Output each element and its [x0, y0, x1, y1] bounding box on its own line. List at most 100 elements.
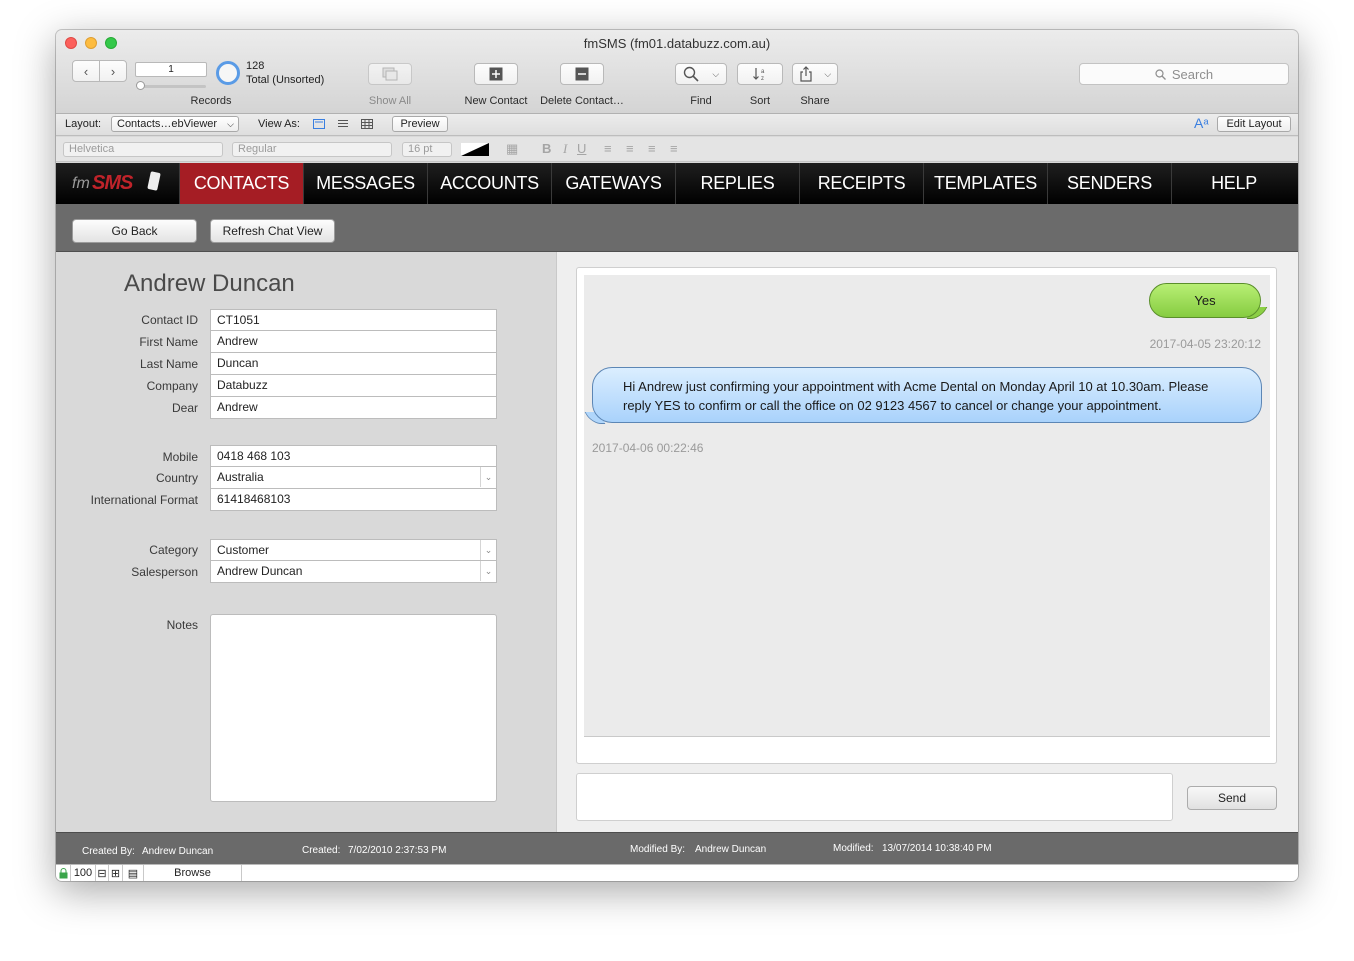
justify-icon[interactable]: ≡ [670, 141, 678, 156]
share-icon [800, 66, 812, 82]
underline-icon[interactable]: U [577, 141, 586, 156]
outgoing-message-bubble: Hi Andrew just confirming your appointme… [592, 367, 1262, 423]
chevron-down-icon[interactable]: ⌄ [480, 540, 496, 560]
align-center-icon[interactable]: ≡ [626, 141, 634, 156]
sort-button[interactable]: az [737, 63, 783, 85]
chat-thread: Yes 2017-04-05 23:20:12 Hi Andrew just c… [584, 275, 1270, 737]
modified-value: 13/07/2014 10:38:40 PM [882, 843, 992, 854]
bold-icon[interactable]: B [542, 141, 551, 156]
record-count: 128 [246, 60, 265, 72]
refresh-chat-view-button[interactable]: Refresh Chat View [210, 219, 335, 243]
layout-label: Layout: [65, 118, 102, 130]
show-all-label: Show All [368, 95, 412, 107]
nav-help[interactable]: HELP [1172, 163, 1296, 204]
nav-messages[interactable]: MESSAGES [304, 163, 428, 204]
share-button[interactable]: ⌵ [792, 63, 838, 85]
company-label: Company [146, 379, 198, 393]
list-view-icon[interactable] [337, 119, 349, 129]
mobile-field[interactable]: 0418 468 103 [210, 445, 497, 467]
size-popup[interactable]: 16 pt [402, 142, 452, 157]
previous-record-button[interactable]: ‹ [72, 60, 100, 82]
show-all-button[interactable] [368, 63, 412, 85]
chat-panel: Yes 2017-04-05 23:20:12 Hi Andrew just c… [556, 252, 1298, 832]
nav-accounts[interactable]: ACCOUNTS [428, 163, 552, 204]
italic-icon[interactable]: I [563, 141, 567, 157]
country-dropdown[interactable]: Australia ⌄ [210, 467, 497, 489]
delete-record-button[interactable] [560, 63, 604, 85]
current-record-input[interactable]: 1 [135, 62, 207, 77]
logo-sms-text: SMS [92, 172, 133, 194]
last-name-label: Last Name [139, 357, 198, 371]
style-popup[interactable]: Regular [232, 142, 392, 157]
form-view-icon[interactable] [313, 119, 325, 129]
reply-message-input[interactable] [576, 773, 1173, 821]
international-format-field[interactable]: 61418468103 [210, 489, 497, 511]
chat-web-viewer[interactable]: Yes 2017-04-05 23:20:12 Hi Andrew just c… [576, 267, 1277, 764]
next-record-button[interactable]: › [99, 60, 127, 82]
edit-layout-button[interactable]: Edit Layout [1217, 116, 1291, 132]
text-format-icon[interactable]: Aᵃ [1194, 115, 1209, 131]
new-record-button[interactable] [474, 63, 518, 85]
style-value: Regular [238, 143, 277, 155]
nav-templates[interactable]: TEMPLATES [924, 163, 1048, 204]
quick-find-search[interactable]: Search [1079, 63, 1289, 85]
found-set-pie-icon[interactable] [216, 61, 240, 85]
chevron-down-icon[interactable]: ⌄ [480, 561, 496, 581]
zoom-level[interactable]: 100 [71, 865, 96, 881]
dear-label: Dear [171, 401, 198, 415]
created-by-value: Andrew Duncan [142, 846, 214, 857]
mode-popup[interactable]: Browse [144, 865, 242, 881]
window-title: fmSMS (fm01.databuzz.com.au) [583, 36, 771, 51]
go-back-button[interactable]: Go Back [72, 219, 197, 243]
align-left-icon[interactable]: ≡ [604, 141, 612, 156]
incoming-message-bubble: Yes [1149, 283, 1261, 318]
toolbar-toggle-icon[interactable]: ▤ [123, 865, 144, 881]
record-slider-track[interactable] [138, 85, 206, 88]
company-field[interactable]: Databuzz [210, 375, 497, 397]
sort-label: Sort [749, 95, 771, 107]
salesperson-dropdown[interactable]: Andrew Duncan ⌄ [210, 561, 497, 583]
first-name-field[interactable]: Andrew [210, 331, 497, 353]
delete-contact-label: Delete Contact… [540, 95, 624, 107]
record-info-footer: Created By: Andrew Duncan Created: 7/02/… [56, 832, 1298, 864]
status-bar: 100 ⊟ ⊞ ▤ Browse [56, 864, 1298, 881]
action-bar: Go Back Refresh Chat View [56, 204, 1298, 252]
zoom-out-icon[interactable]: ⊟ [96, 865, 109, 881]
chevron-right-icon: › [110, 63, 116, 79]
salesperson-label: Salesperson [131, 565, 198, 579]
nav-replies[interactable]: REPLIES [676, 163, 800, 204]
search-icon [1155, 68, 1166, 80]
lock-icon[interactable] [56, 865, 71, 881]
size-value: 16 pt [408, 143, 433, 155]
text-highlight-icon[interactable]: ▦ [506, 141, 518, 157]
record-status: Total (Unsorted) [246, 74, 325, 86]
chevron-down-icon[interactable]: ⌄ [480, 467, 496, 487]
preview-button[interactable]: Preview [392, 116, 448, 132]
records-label: Records [190, 95, 232, 107]
fmsms-logo: fm SMS [56, 163, 180, 204]
table-view-icon[interactable] [361, 119, 373, 129]
find-button[interactable]: ⌵ [675, 63, 727, 85]
nav-gateways[interactable]: GATEWAYS [552, 163, 676, 204]
last-name-field[interactable]: Duncan [210, 353, 497, 375]
align-right-icon[interactable]: ≡ [648, 141, 656, 156]
record-slider-knob[interactable] [136, 81, 145, 90]
nav-receipts[interactable]: RECEIPTS [800, 163, 924, 204]
category-label: Category [149, 543, 198, 557]
contact-id-field[interactable]: CT1051 [210, 309, 497, 331]
send-button[interactable]: Send [1187, 786, 1277, 810]
notes-field[interactable] [210, 614, 497, 802]
svg-text:z: z [761, 76, 764, 82]
category-dropdown[interactable]: Customer ⌄ [210, 539, 497, 561]
dear-field[interactable]: Andrew [210, 397, 497, 419]
font-popup[interactable]: Helvetica [63, 142, 223, 157]
nav-contacts[interactable]: CONTACTS [180, 163, 304, 204]
nav-senders[interactable]: SENDERS [1048, 163, 1172, 204]
layout-popup[interactable]: Contacts…ebViewer ⌵ [111, 116, 239, 132]
modified-by-value: Andrew Duncan [695, 844, 767, 855]
zoom-in-icon[interactable]: ⊞ [109, 865, 123, 881]
minus-icon [575, 67, 589, 81]
text-color-swatch-icon[interactable] [461, 143, 489, 156]
svg-text:a: a [761, 69, 765, 75]
salesperson-value: Andrew Duncan [217, 564, 303, 578]
